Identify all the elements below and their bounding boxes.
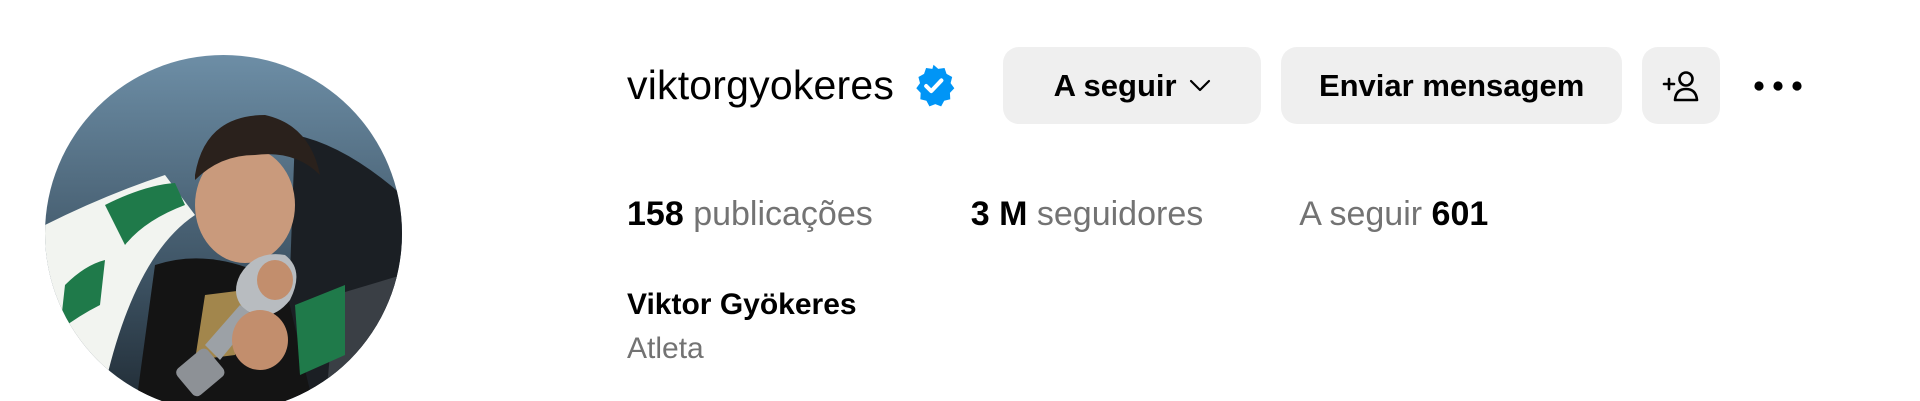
avatar-photo <box>45 55 402 401</box>
posts-count: 158 <box>627 195 684 233</box>
profile-category: Atleta <box>627 332 704 365</box>
followers-count: 3 M <box>970 195 1028 233</box>
profile-avatar[interactable] <box>45 55 402 401</box>
more-options-button[interactable] <box>1748 47 1808 124</box>
send-message-label: Enviar mensagem <box>1318 67 1585 103</box>
following-count: 601 <box>1431 195 1489 233</box>
following-stat-label: A seguir <box>1299 195 1423 233</box>
profile-full-name: Viktor Gyökeres <box>627 288 857 321</box>
posts-label: publicações <box>693 195 873 233</box>
following-button[interactable]: A seguir <box>1003 47 1262 124</box>
posts-stat: 158 publicações <box>627 197 873 231</box>
profile-page: viktorgyokeres A seguir Enviar mensagem <box>0 0 1920 401</box>
send-message-button[interactable]: Enviar mensagem <box>1281 47 1623 124</box>
followers-label: seguidores <box>1036 195 1204 233</box>
followers-stat[interactable]: 3 M seguidores <box>971 197 1203 231</box>
profile-stats: 158 publicações 3 M seguidores A seguir … <box>627 197 1488 231</box>
following-stat[interactable]: A seguir 601 <box>1299 197 1488 231</box>
chevron-down-icon <box>1189 79 1211 93</box>
username: viktorgyokeres <box>627 62 895 108</box>
profile-header: viktorgyokeres A seguir Enviar mensagem <box>627 47 1808 124</box>
more-options-icon <box>1753 80 1803 92</box>
add-user-icon <box>1662 69 1700 103</box>
verified-badge-icon <box>911 63 956 108</box>
suggested-accounts-button[interactable] <box>1642 47 1721 124</box>
following-button-label: A seguir <box>1053 67 1177 103</box>
